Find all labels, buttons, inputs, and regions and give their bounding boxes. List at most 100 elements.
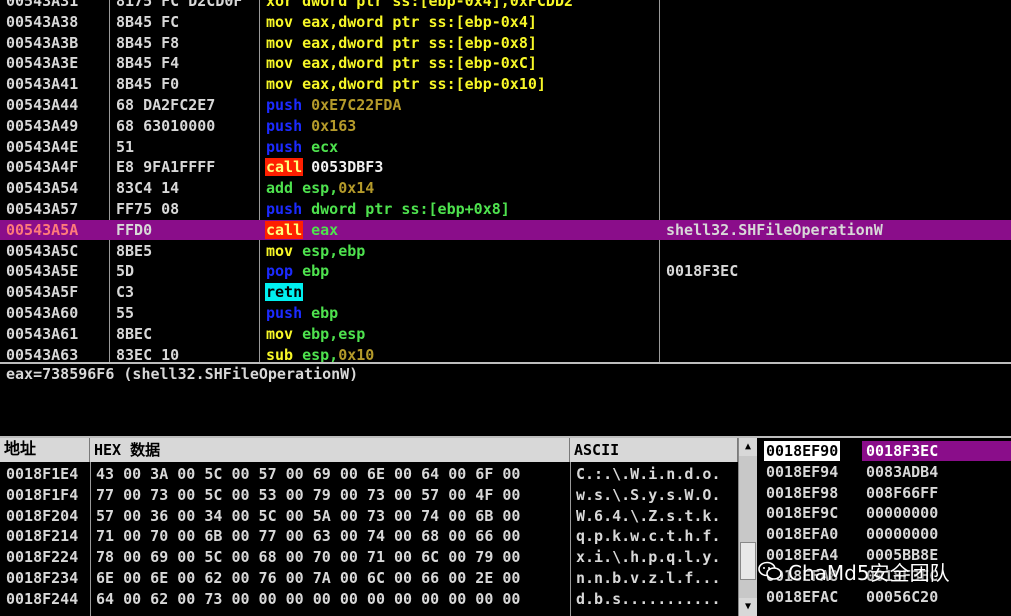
disasm-operand: 0x14 bbox=[338, 179, 375, 198]
disasm-row[interactable]: 00543A57 FF75 08 push dword ptr ss:[ebp+0x8… bbox=[0, 199, 1011, 219]
disasm-mnemonic: mov bbox=[266, 33, 294, 52]
disasm-mnemonic: push bbox=[266, 200, 303, 218]
disasm-operand: 0x163 bbox=[311, 116, 357, 135]
disasm-instruction: push dword ptr ss:[ebp+0x8] bbox=[265, 199, 510, 219]
disasm-opcode-bytes: FFD0 bbox=[116, 220, 153, 239]
stack-value: 00000000 bbox=[866, 525, 939, 544]
disasm-instruction: mov eax,dword ptr ss:[ebp-0x8] bbox=[265, 33, 537, 53]
disasm-row[interactable]: 00543A60 55 push ebp bbox=[0, 303, 1011, 323]
disasm-opcode-bytes: 8B45 F4 bbox=[116, 54, 180, 73]
stack-address: 0018EF90 bbox=[764, 441, 841, 461]
dump-header-ascii[interactable]: ASCII bbox=[570, 438, 738, 462]
dump-row[interactable]: 0018F1F4 77 00 73 00 5C 00 53 00 79 00 73… bbox=[0, 485, 740, 505]
disasm-mnemonic: pop bbox=[266, 262, 294, 281]
disasm-opcode-bytes: 83EC 10 bbox=[116, 345, 180, 362]
disasm-row[interactable]: 00543A4F E8 9FA1FFFF call 0053DBF3 bbox=[0, 157, 1011, 177]
stack-row[interactable]: 0018EF94 0083ADB4 bbox=[758, 462, 1011, 482]
dump-scrollbar[interactable]: ▲ ▼ bbox=[738, 438, 757, 616]
disasm-instruction: retn bbox=[265, 282, 304, 302]
disasm-row[interactable]: 00543A4E 51 push ecx bbox=[0, 137, 1011, 157]
dump-ascii: C.:.\.W.i.n.d.o. bbox=[576, 465, 721, 483]
disasm-address: 00543A60 bbox=[6, 304, 79, 322]
disasm-opcode-bytes: E8 9FA1FFFF bbox=[116, 158, 216, 177]
disasm-opcode-bytes: C3 bbox=[116, 283, 135, 302]
disasm-row[interactable]: 00543A41 8B45 F0 mov eax,dword ptr ss:[ebp-… bbox=[0, 74, 1011, 94]
disasm-mnemonic: push bbox=[266, 96, 303, 114]
disasm-instruction: pop ebp bbox=[265, 261, 329, 281]
disasm-instruction: mov eax,dword ptr ss:[ebp-0x4] bbox=[265, 12, 537, 32]
disasm-mnemonic: call bbox=[265, 158, 304, 177]
disasm-row[interactable]: 00543A61 8BEC mov ebp,esp bbox=[0, 324, 1011, 344]
disasm-operand: ebp bbox=[311, 304, 339, 322]
dump-address: 0018F1E4 bbox=[6, 465, 79, 483]
dump-row[interactable]: 0018F214 71 00 70 00 6B 00 77 00 63 00 74… bbox=[0, 526, 740, 546]
stack-value: 0083ADB4 bbox=[866, 462, 939, 481]
dump-row[interactable]: 0018F1E4 43 00 3A 00 5C 00 57 00 69 00 6E… bbox=[0, 464, 740, 484]
disasm-address: 00543A49 bbox=[6, 116, 79, 135]
wechat-icon bbox=[758, 561, 782, 580]
disasm-address: 00543A5C bbox=[6, 241, 79, 260]
disasm-row[interactable]: 00543A5E 5D pop ebp 0018F3EC bbox=[0, 261, 1011, 281]
disasm-mnemonic: mov bbox=[266, 75, 294, 94]
disassembly-pane[interactable]: 00543A31 8175 FC D2CD0F xor dword ptr ss:[e… bbox=[0, 0, 1011, 362]
disasm-operand: 0xE7C22FDA bbox=[311, 96, 402, 114]
hex-dump-pane[interactable]: 地址 HEX 数据 ASCII 0018F1E4 43 00 3A 00 5C 0… bbox=[0, 438, 758, 616]
scroll-thumb[interactable] bbox=[740, 542, 756, 580]
dump-hex-bytes: 77 00 73 00 5C 00 53 00 79 00 73 00 57 0… bbox=[96, 485, 521, 504]
disasm-address: 00543A5E bbox=[6, 262, 79, 281]
disasm-opcode-bytes: 8B45 F0 bbox=[116, 75, 180, 94]
stack-row[interactable]: 0018EFAC 00056C20 bbox=[758, 587, 1011, 607]
disasm-opcode-bytes: 51 bbox=[116, 137, 135, 156]
disasm-address: 00543A57 bbox=[6, 200, 79, 218]
disasm-operand: eax,dword ptr ss:[ebp-0x8] bbox=[302, 33, 537, 52]
stack-row[interactable]: 0018EF90 0018F3EC bbox=[758, 441, 1011, 461]
disasm-row[interactable]: 00543A5C 8BE5 mov esp,ebp bbox=[0, 241, 1011, 261]
dump-row[interactable]: 0018F224 78 00 69 00 5C 00 68 00 70 00 71… bbox=[0, 547, 740, 567]
disasm-row[interactable]: 00543A5A FFD0 call eax shell32.SHFileOperati… bbox=[0, 219, 1011, 240]
watermark: ChaMd5安全团队 bbox=[758, 556, 950, 586]
disasm-opcode-bytes: FF75 08 bbox=[116, 200, 180, 218]
disasm-operand: dword ptr ss:[ebp+0x8] bbox=[311, 200, 510, 218]
scroll-down-icon[interactable]: ▼ bbox=[739, 598, 757, 616]
dump-ascii: x.i.\.h.p.q.l.y. bbox=[576, 548, 721, 567]
disasm-opcode-bytes: 68 63010000 bbox=[116, 116, 216, 135]
disasm-row[interactable]: 00543A63 83EC 10 sub esp,0x10 bbox=[0, 345, 1011, 362]
disasm-address: 00543A3B bbox=[6, 33, 79, 52]
disasm-instruction: call eax bbox=[265, 220, 338, 240]
disasm-row[interactable]: 00543A49 68 63010000 push 0x163 bbox=[0, 116, 1011, 136]
disasm-mnemonic: mov bbox=[266, 12, 294, 31]
dump-row[interactable]: 0018F234 6E 00 6E 00 62 00 76 00 7A 00 6C… bbox=[0, 568, 740, 588]
disasm-mnemonic: xor bbox=[266, 0, 294, 10]
dump-row[interactable]: 0018F204 57 00 36 00 34 00 5C 00 5A 00 73… bbox=[0, 506, 740, 526]
stack-row[interactable]: 0018EFA0 00000000 bbox=[758, 524, 1011, 544]
dump-ascii: W.6.4.\.Z.s.t.k. bbox=[576, 506, 721, 525]
disasm-row[interactable]: 00543A38 8B45 FC mov eax,dword ptr ss:[ebp-… bbox=[0, 12, 1011, 32]
disasm-mnemonic: sub bbox=[266, 345, 294, 362]
stack-pane[interactable]: 0018EF90 0018F3EC 0018EF94 0083ADB4 0018EF98… bbox=[758, 438, 1011, 616]
stack-address: 0018EF98 bbox=[766, 483, 839, 502]
disasm-operand: esp, bbox=[302, 345, 339, 362]
disasm-operand: esp, bbox=[302, 179, 339, 198]
disasm-comment: shell32.SHFileOperationW bbox=[666, 220, 883, 239]
disasm-address: 00543A4F bbox=[6, 158, 79, 177]
disasm-instruction: push 0x163 bbox=[265, 116, 356, 136]
disasm-row[interactable]: 00543A54 83C4 14 add esp,0x14 bbox=[0, 178, 1011, 198]
disasm-address: 00543A5A bbox=[6, 220, 79, 239]
dump-row[interactable]: 0018F244 64 00 62 00 73 00 00 00 00 00 00… bbox=[0, 589, 740, 609]
stack-row[interactable]: 0018EF98 008F66FF bbox=[758, 483, 1011, 503]
disasm-row[interactable]: 00543A3E 8B45 F4 mov eax,dword ptr ss:[ebp-… bbox=[0, 53, 1011, 73]
disasm-row[interactable]: 00543A3B 8B45 F8 mov eax,dword ptr ss:[ebp-… bbox=[0, 33, 1011, 53]
dump-header-address[interactable]: 地址 bbox=[0, 438, 90, 462]
disasm-row[interactable]: 00543A44 68 DA2FC2E7 push 0xE7C22FDA bbox=[0, 95, 1011, 115]
scroll-up-icon[interactable]: ▲ bbox=[739, 438, 757, 456]
info-text: eax=738596F6 (shell32.SHFileOperationW) bbox=[6, 365, 359, 383]
disasm-address: 00543A54 bbox=[6, 179, 79, 198]
stack-row[interactable]: 0018EF9C 00000000 bbox=[758, 503, 1011, 523]
disasm-address: 00543A63 bbox=[6, 345, 79, 362]
disasm-row[interactable]: 00543A5F C3 retn bbox=[0, 282, 1011, 302]
dump-header-hex[interactable]: HEX 数据 bbox=[90, 438, 570, 462]
disasm-row[interactable]: 00543A31 8175 FC D2CD0F xor dword ptr ss:[e… bbox=[0, 0, 1011, 11]
disasm-operand: dword ptr ss:[ebp-0x4],0xFCDD2 bbox=[302, 0, 574, 10]
disasm-operand: eax,dword ptr ss:[ebp-0x10] bbox=[302, 75, 546, 94]
disasm-opcode-bytes: 83C4 14 bbox=[116, 179, 180, 198]
